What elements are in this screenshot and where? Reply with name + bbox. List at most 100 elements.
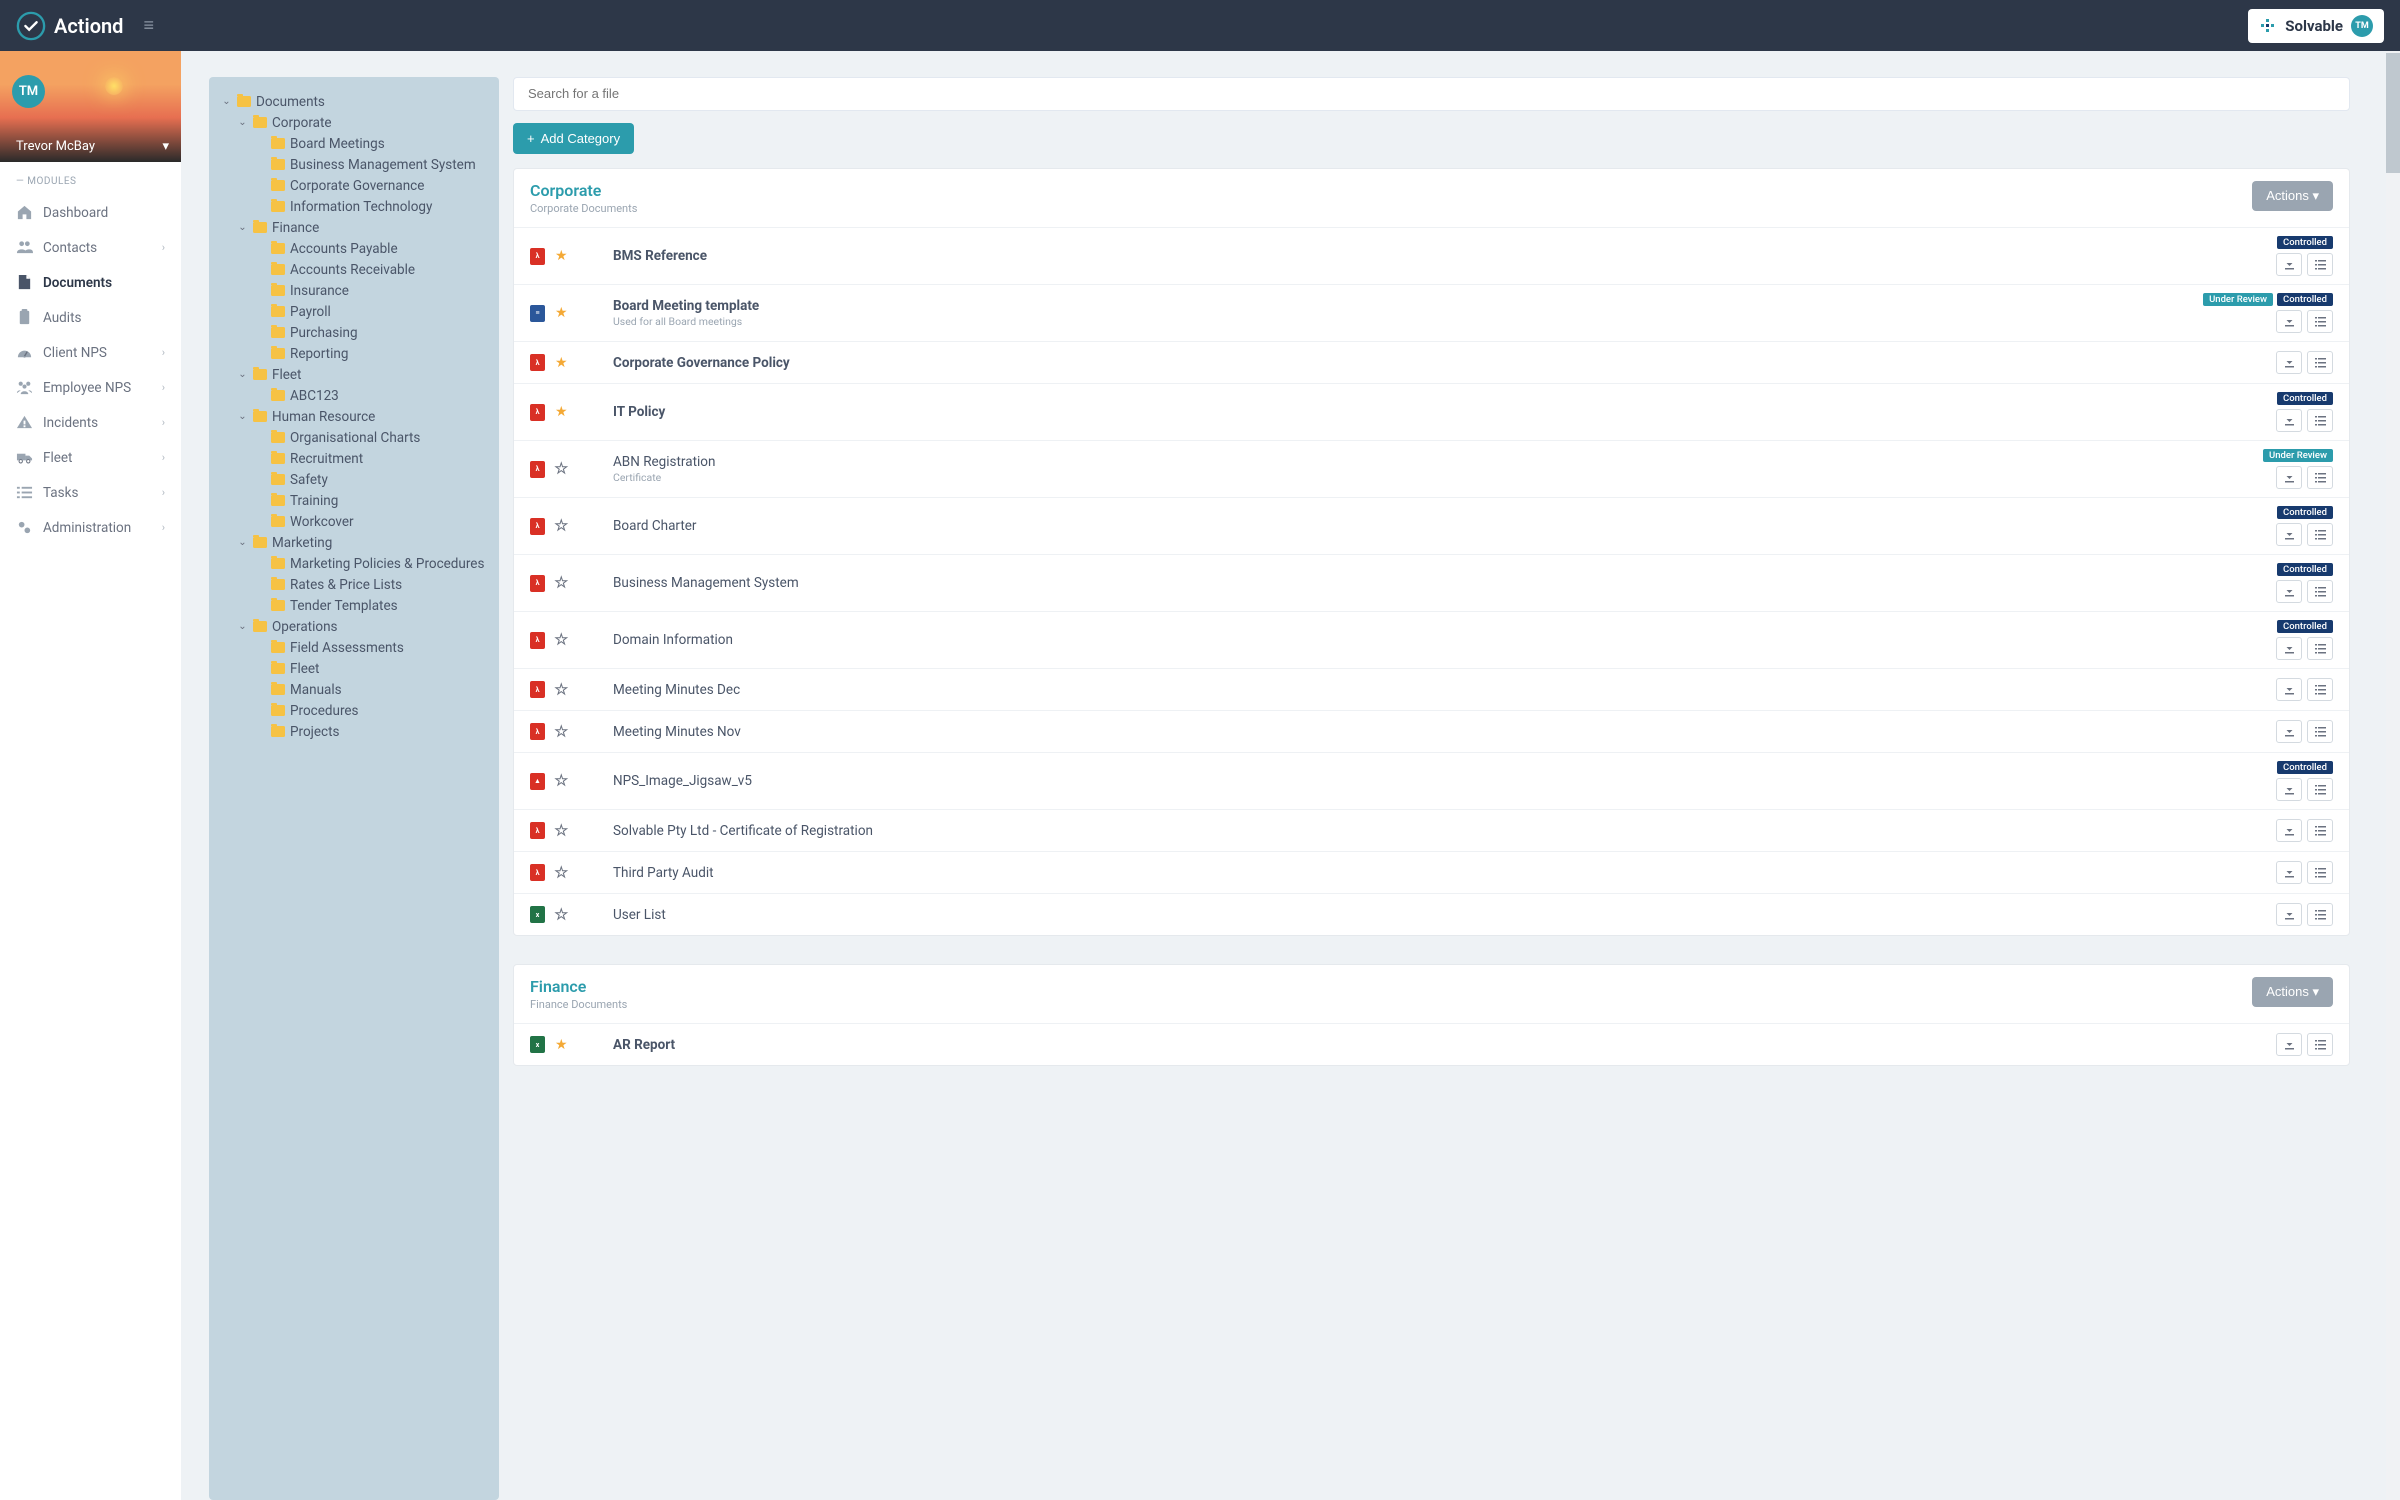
- download-button[interactable]: [2276, 637, 2302, 660]
- download-button[interactable]: [2276, 466, 2302, 489]
- hamburger-icon[interactable]: ≡: [143, 15, 154, 36]
- star-icon[interactable]: ★: [555, 865, 571, 881]
- details-button[interactable]: [2307, 580, 2333, 603]
- nav-administration[interactable]: Administration›: [0, 510, 181, 545]
- tree-manuals[interactable]: Manuals: [219, 679, 489, 700]
- download-button[interactable]: [2276, 1033, 2302, 1056]
- doc-row[interactable]: λ ★ Business Management System Controlle…: [514, 554, 2349, 611]
- partner-badge[interactable]: Solvable TM: [2248, 9, 2384, 43]
- tree-safety[interactable]: Safety: [219, 469, 489, 490]
- doc-row[interactable]: λ ★ Third Party Audit: [514, 851, 2349, 893]
- tree-organisational-charts[interactable]: Organisational Charts: [219, 427, 489, 448]
- tree-payroll[interactable]: Payroll: [219, 301, 489, 322]
- tree-board-meetings[interactable]: Board Meetings: [219, 133, 489, 154]
- nav-incidents[interactable]: Incidents›: [0, 405, 181, 440]
- doc-row[interactable]: x ★ AR Report: [514, 1023, 2349, 1065]
- tree-projects[interactable]: Projects: [219, 721, 489, 742]
- star-icon[interactable]: ★: [555, 305, 571, 321]
- actions-button[interactable]: Actions ▾: [2252, 181, 2333, 211]
- tree-business-management-system[interactable]: Business Management System: [219, 154, 489, 175]
- app-logo[interactable]: Actiond: [16, 11, 123, 41]
- tree-marketing[interactable]: ⌄Marketing: [219, 532, 489, 553]
- star-icon[interactable]: ★: [555, 682, 571, 698]
- details-button[interactable]: [2307, 720, 2333, 743]
- doc-row[interactable]: λ ★ IT Policy Controlled: [514, 383, 2349, 440]
- download-button[interactable]: [2276, 819, 2302, 842]
- tree-field-assessments[interactable]: Field Assessments: [219, 637, 489, 658]
- tree-reporting[interactable]: Reporting: [219, 343, 489, 364]
- details-button[interactable]: [2307, 409, 2333, 432]
- tree-fleet[interactable]: ⌄Fleet: [219, 364, 489, 385]
- tree-information-technology[interactable]: Information Technology: [219, 196, 489, 217]
- details-button[interactable]: [2307, 466, 2333, 489]
- profile-banner[interactable]: TM Trevor McBay▾: [0, 51, 181, 162]
- star-icon[interactable]: ★: [555, 1037, 571, 1053]
- star-icon[interactable]: ★: [555, 724, 571, 740]
- doc-row[interactable]: λ ★ Solvable Pty Ltd - Certificate of Re…: [514, 809, 2349, 851]
- download-button[interactable]: [2276, 903, 2302, 926]
- doc-row[interactable]: λ ★ Board Charter Controlled: [514, 497, 2349, 554]
- tree-purchasing[interactable]: Purchasing: [219, 322, 489, 343]
- star-icon[interactable]: ★: [555, 632, 571, 648]
- tree-workcover[interactable]: Workcover: [219, 511, 489, 532]
- tree-procedures[interactable]: Procedures: [219, 700, 489, 721]
- star-icon[interactable]: ★: [555, 575, 571, 591]
- search-box[interactable]: [513, 77, 2350, 111]
- actions-button[interactable]: Actions ▾: [2252, 977, 2333, 1007]
- tree-marketing-policies-procedures[interactable]: Marketing Policies & Procedures: [219, 553, 489, 574]
- tree-corporate[interactable]: ⌄Corporate: [219, 112, 489, 133]
- doc-row[interactable]: λ ★ Meeting Minutes Dec: [514, 668, 2349, 710]
- star-icon[interactable]: ★: [555, 773, 571, 789]
- category-title[interactable]: Corporate: [530, 181, 637, 200]
- user-name-row[interactable]: Trevor McBay▾: [16, 139, 169, 154]
- tree-accounts-receivable[interactable]: Accounts Receivable: [219, 259, 489, 280]
- nav-documents[interactable]: Documents: [0, 265, 181, 300]
- nav-audits[interactable]: Audits: [0, 300, 181, 335]
- tree-fleet[interactable]: Fleet: [219, 658, 489, 679]
- doc-row[interactable]: λ ★ Domain Information Controlled: [514, 611, 2349, 668]
- nav-dashboard[interactable]: Dashboard: [0, 195, 181, 230]
- tree-abc123[interactable]: ABC123: [219, 385, 489, 406]
- download-button[interactable]: [2276, 310, 2302, 333]
- scrollbar-thumb[interactable]: [2386, 53, 2400, 173]
- details-button[interactable]: [2307, 637, 2333, 660]
- details-button[interactable]: [2307, 903, 2333, 926]
- nav-employee-nps[interactable]: Employee NPS›: [0, 370, 181, 405]
- doc-row[interactable]: λ ★ Corporate Governance Policy: [514, 341, 2349, 383]
- details-button[interactable]: [2307, 253, 2333, 276]
- category-title[interactable]: Finance: [530, 977, 627, 996]
- search-input[interactable]: [528, 86, 2335, 101]
- doc-row[interactable]: ▲ ★ NPS_Image_Jigsaw_v5 Controlled: [514, 752, 2349, 809]
- doc-row[interactable]: λ ★ ABN RegistrationCertificate Under Re…: [514, 440, 2349, 497]
- star-icon[interactable]: ★: [555, 355, 571, 371]
- tree-training[interactable]: Training: [219, 490, 489, 511]
- nav-client-nps[interactable]: Client NPS›: [0, 335, 181, 370]
- download-button[interactable]: [2276, 253, 2302, 276]
- download-button[interactable]: [2276, 678, 2302, 701]
- add-category-button[interactable]: + Add Category: [513, 123, 634, 154]
- scrollbar[interactable]: [2386, 51, 2400, 1500]
- tree-accounts-payable[interactable]: Accounts Payable: [219, 238, 489, 259]
- nav-contacts[interactable]: Contacts›: [0, 230, 181, 265]
- download-button[interactable]: [2276, 778, 2302, 801]
- tree-insurance[interactable]: Insurance: [219, 280, 489, 301]
- star-icon[interactable]: ★: [555, 518, 571, 534]
- tree-tender-templates[interactable]: Tender Templates: [219, 595, 489, 616]
- doc-row[interactable]: ≡ ★ Board Meeting templateUsed for all B…: [514, 284, 2349, 341]
- tree-human-resource[interactable]: ⌄Human Resource: [219, 406, 489, 427]
- details-button[interactable]: [2307, 819, 2333, 842]
- doc-row[interactable]: λ ★ Meeting Minutes Nov: [514, 710, 2349, 752]
- tree-corporate-governance[interactable]: Corporate Governance: [219, 175, 489, 196]
- doc-row[interactable]: λ ★ BMS Reference Controlled: [514, 227, 2349, 284]
- star-icon[interactable]: ★: [555, 248, 571, 264]
- details-button[interactable]: [2307, 1033, 2333, 1056]
- star-icon[interactable]: ★: [555, 404, 571, 420]
- download-button[interactable]: [2276, 580, 2302, 603]
- download-button[interactable]: [2276, 351, 2302, 374]
- star-icon[interactable]: ★: [555, 461, 571, 477]
- nav-tasks[interactable]: Tasks›: [0, 475, 181, 510]
- tree-rates-price-lists[interactable]: Rates & Price Lists: [219, 574, 489, 595]
- download-button[interactable]: [2276, 409, 2302, 432]
- tree-operations[interactable]: ⌄Operations: [219, 616, 489, 637]
- details-button[interactable]: [2307, 351, 2333, 374]
